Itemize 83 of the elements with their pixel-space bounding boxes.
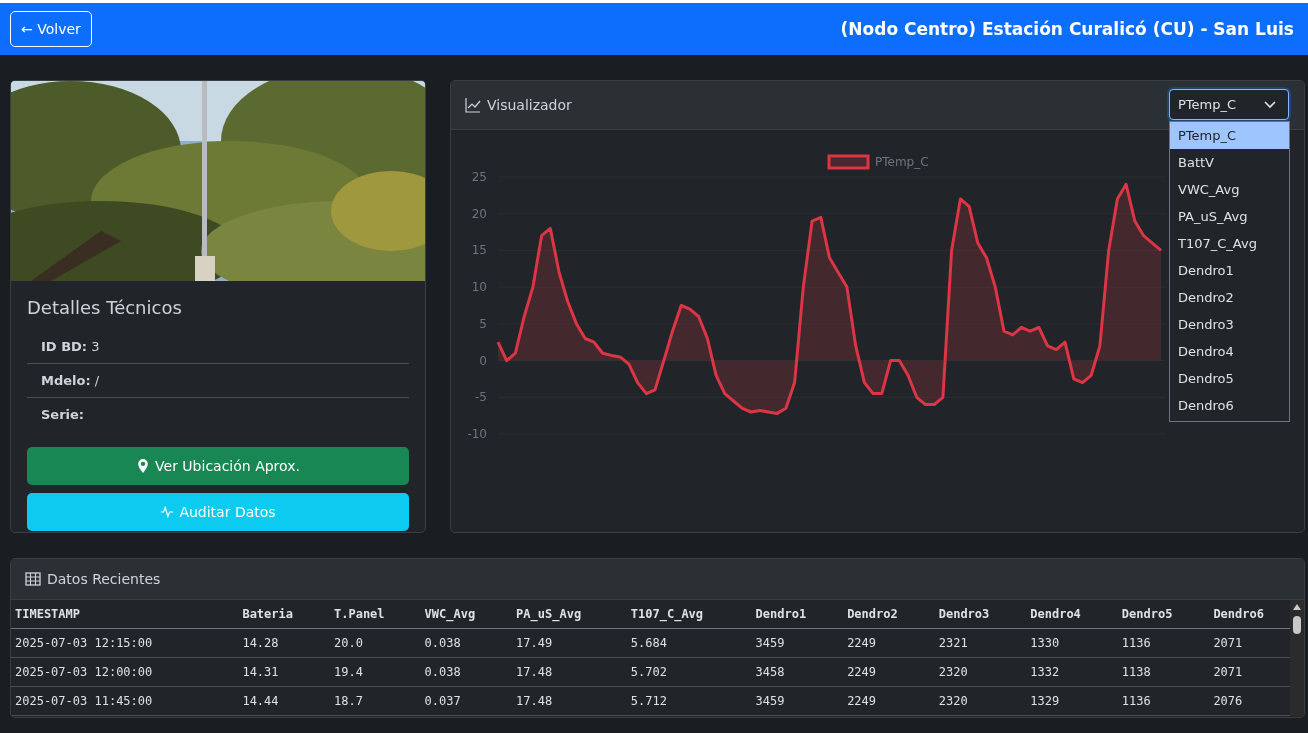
line-chart-icon [465, 97, 481, 113]
legend: PTemp_C [827, 154, 929, 170]
map-pin-icon [136, 459, 151, 473]
table-cell: 1330 [1026, 628, 1118, 658]
location-button[interactable]: Ver Ubicación Aprox. [27, 447, 409, 485]
table-cell: 2249 [843, 628, 935, 658]
table-cell: 0.037 [420, 686, 513, 716]
column-header: Dendro2 [843, 600, 935, 629]
column-header: Dendro5 [1117, 600, 1210, 629]
card-title: Detalles Técnicos [27, 297, 183, 318]
chevron-icon [1264, 100, 1276, 109]
table-cell: 20.0 [330, 628, 421, 658]
table-cell: 3458 [751, 657, 844, 687]
table-cell: 17.49 [512, 628, 627, 658]
dropdown-option[interactable]: Dendro6 [1170, 392, 1289, 419]
axis-label: -10 [467, 427, 487, 441]
table-cell: 18.7 [330, 686, 421, 716]
table-cell: 5.684 [626, 628, 752, 658]
column-header: Dendro1 [751, 600, 844, 629]
table-cell: 2320 [934, 686, 1027, 716]
axis-label: 5 [479, 316, 487, 331]
table-cell: 2025-07-03 12:15:00 [11, 628, 239, 658]
card-title: Visualizador [487, 97, 572, 113]
table-cell: 14.44 [238, 686, 330, 716]
table-cell: 1136 [1117, 628, 1210, 658]
table-cell: 1136 [1117, 686, 1210, 716]
scroll-thumb[interactable] [1293, 616, 1301, 634]
table-cell: 2025-07-03 12:00:00 [11, 657, 239, 687]
scroll-up-icon[interactable] [1293, 604, 1301, 610]
column-header: VWC_Avg [420, 600, 513, 629]
table-cell: 2320 [934, 657, 1027, 687]
table-cell: 17.48 [512, 686, 627, 716]
axis-label: 20 [471, 206, 487, 221]
table-cell: 2249 [843, 686, 935, 716]
axis-label: 10 [471, 280, 487, 295]
axis-label: 15 [471, 243, 487, 258]
scrollbar[interactable] [1290, 600, 1304, 716]
column-header: Dendro3 [934, 600, 1027, 629]
back-button[interactable]: ← Volver [10, 11, 92, 47]
table-cell: 3459 [751, 686, 844, 716]
column-header: T.Panel [330, 600, 421, 629]
table-cell: 2321 [934, 628, 1027, 658]
table-cell: 17.48 [512, 657, 627, 687]
table-cell: 14.28 [238, 628, 330, 658]
table-cell: 2025-07-03 11:45:00 [11, 686, 239, 716]
variable-select[interactable]: PTemp_C [1169, 89, 1289, 120]
table-cell: 19.4 [330, 657, 421, 687]
column-header: Dendro4 [1026, 600, 1118, 629]
table-icon [25, 571, 41, 587]
dropdown-option[interactable]: Dendro5 [1170, 365, 1289, 392]
table-cell: 5.712 [626, 686, 752, 716]
table-cell: 1138 [1117, 657, 1210, 687]
dropdown-option[interactable]: Dendro3 [1170, 311, 1289, 338]
dropdown-option[interactable]: BattV [1170, 149, 1289, 176]
dropdown-option[interactable]: PTemp_C [1170, 122, 1289, 149]
pulse-icon [160, 505, 175, 519]
table-cell: 0.038 [420, 657, 513, 687]
page-title: (Nodo Centro) Estación Curalicó (CU) - San Luis [840, 19, 1294, 39]
table-cell: 2249 [843, 657, 935, 687]
dropdown-option[interactable]: VWC_Avg [1170, 176, 1289, 203]
dropdown-option[interactable]: Dendro2 [1170, 284, 1289, 311]
column-header: Bateria [238, 600, 330, 629]
dropdown-option[interactable]: T107_C_Avg [1170, 230, 1289, 257]
axis-label: 25 [471, 170, 487, 184]
dropdown-option[interactable]: PA_uS_Avg [1170, 203, 1289, 230]
detail-text: Serie: [40, 407, 85, 422]
detail-text: ID BD: 3 [40, 339, 100, 354]
axis-label: 0 [479, 353, 487, 368]
table-cell: 14.31 [238, 657, 330, 687]
detail-text: Mdelo: / [40, 373, 100, 388]
column-header: PA_uS_Avg [512, 600, 627, 629]
table-cell: 0.038 [420, 628, 513, 658]
table-cell: 1329 [1026, 686, 1118, 716]
column-header: TIMESTAMP [11, 600, 239, 629]
axis-label: -5 [475, 390, 487, 405]
dropdown-option[interactable]: Dendro4 [1170, 338, 1289, 365]
legend-label: PTemp_C [875, 155, 929, 169]
column-header: T107_C_Avg [626, 600, 752, 629]
table-cell: 1332 [1026, 657, 1118, 687]
card-title: Datos Recientes [47, 571, 161, 587]
table-cell: 3459 [751, 628, 844, 658]
table-cell: 5.702 [626, 657, 752, 687]
dropdown-option[interactable]: Dendro1 [1170, 257, 1289, 284]
